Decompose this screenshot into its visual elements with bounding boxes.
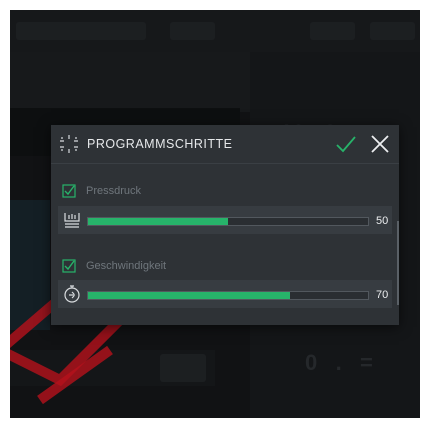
pressdruck-label: Pressdruck bbox=[86, 185, 142, 197]
geschwindigkeit-slider-fill bbox=[88, 292, 290, 299]
speed-icon bbox=[64, 285, 80, 303]
geschwindigkeit-checkbox[interactable] bbox=[62, 259, 76, 273]
program-steps-icon bbox=[60, 135, 78, 153]
dialog-header: PROGRAMMSCHRITTE bbox=[51, 125, 399, 164]
geschwindigkeit-label: Geschwindigkeit bbox=[86, 260, 167, 272]
dialog-scrollbar[interactable] bbox=[397, 221, 399, 305]
pressdruck-value: 50 bbox=[376, 215, 389, 227]
pressdruck-checkbox[interactable] bbox=[62, 184, 76, 198]
pressdruck-slider[interactable] bbox=[87, 217, 369, 226]
pressdruck-row: 50 bbox=[58, 206, 392, 234]
close-button[interactable] bbox=[367, 131, 393, 157]
pressdruck-slider-fill bbox=[88, 218, 228, 225]
geschwindigkeit-value: 70 bbox=[376, 289, 389, 301]
pressure-icon bbox=[64, 213, 80, 228]
confirm-button[interactable] bbox=[333, 131, 359, 157]
geschwindigkeit-slider[interactable] bbox=[87, 291, 369, 300]
dialog-title: PROGRAMMSCHRITTE bbox=[87, 137, 233, 151]
program-steps-dialog: PROGRAMMSCHRITTE Pressdruck 50 Geschwind… bbox=[51, 125, 399, 325]
app-screen: 10 : 0 0 . = PROGRAMMSCHRITTE bbox=[10, 10, 420, 418]
geschwindigkeit-row: 70 bbox=[58, 280, 392, 308]
